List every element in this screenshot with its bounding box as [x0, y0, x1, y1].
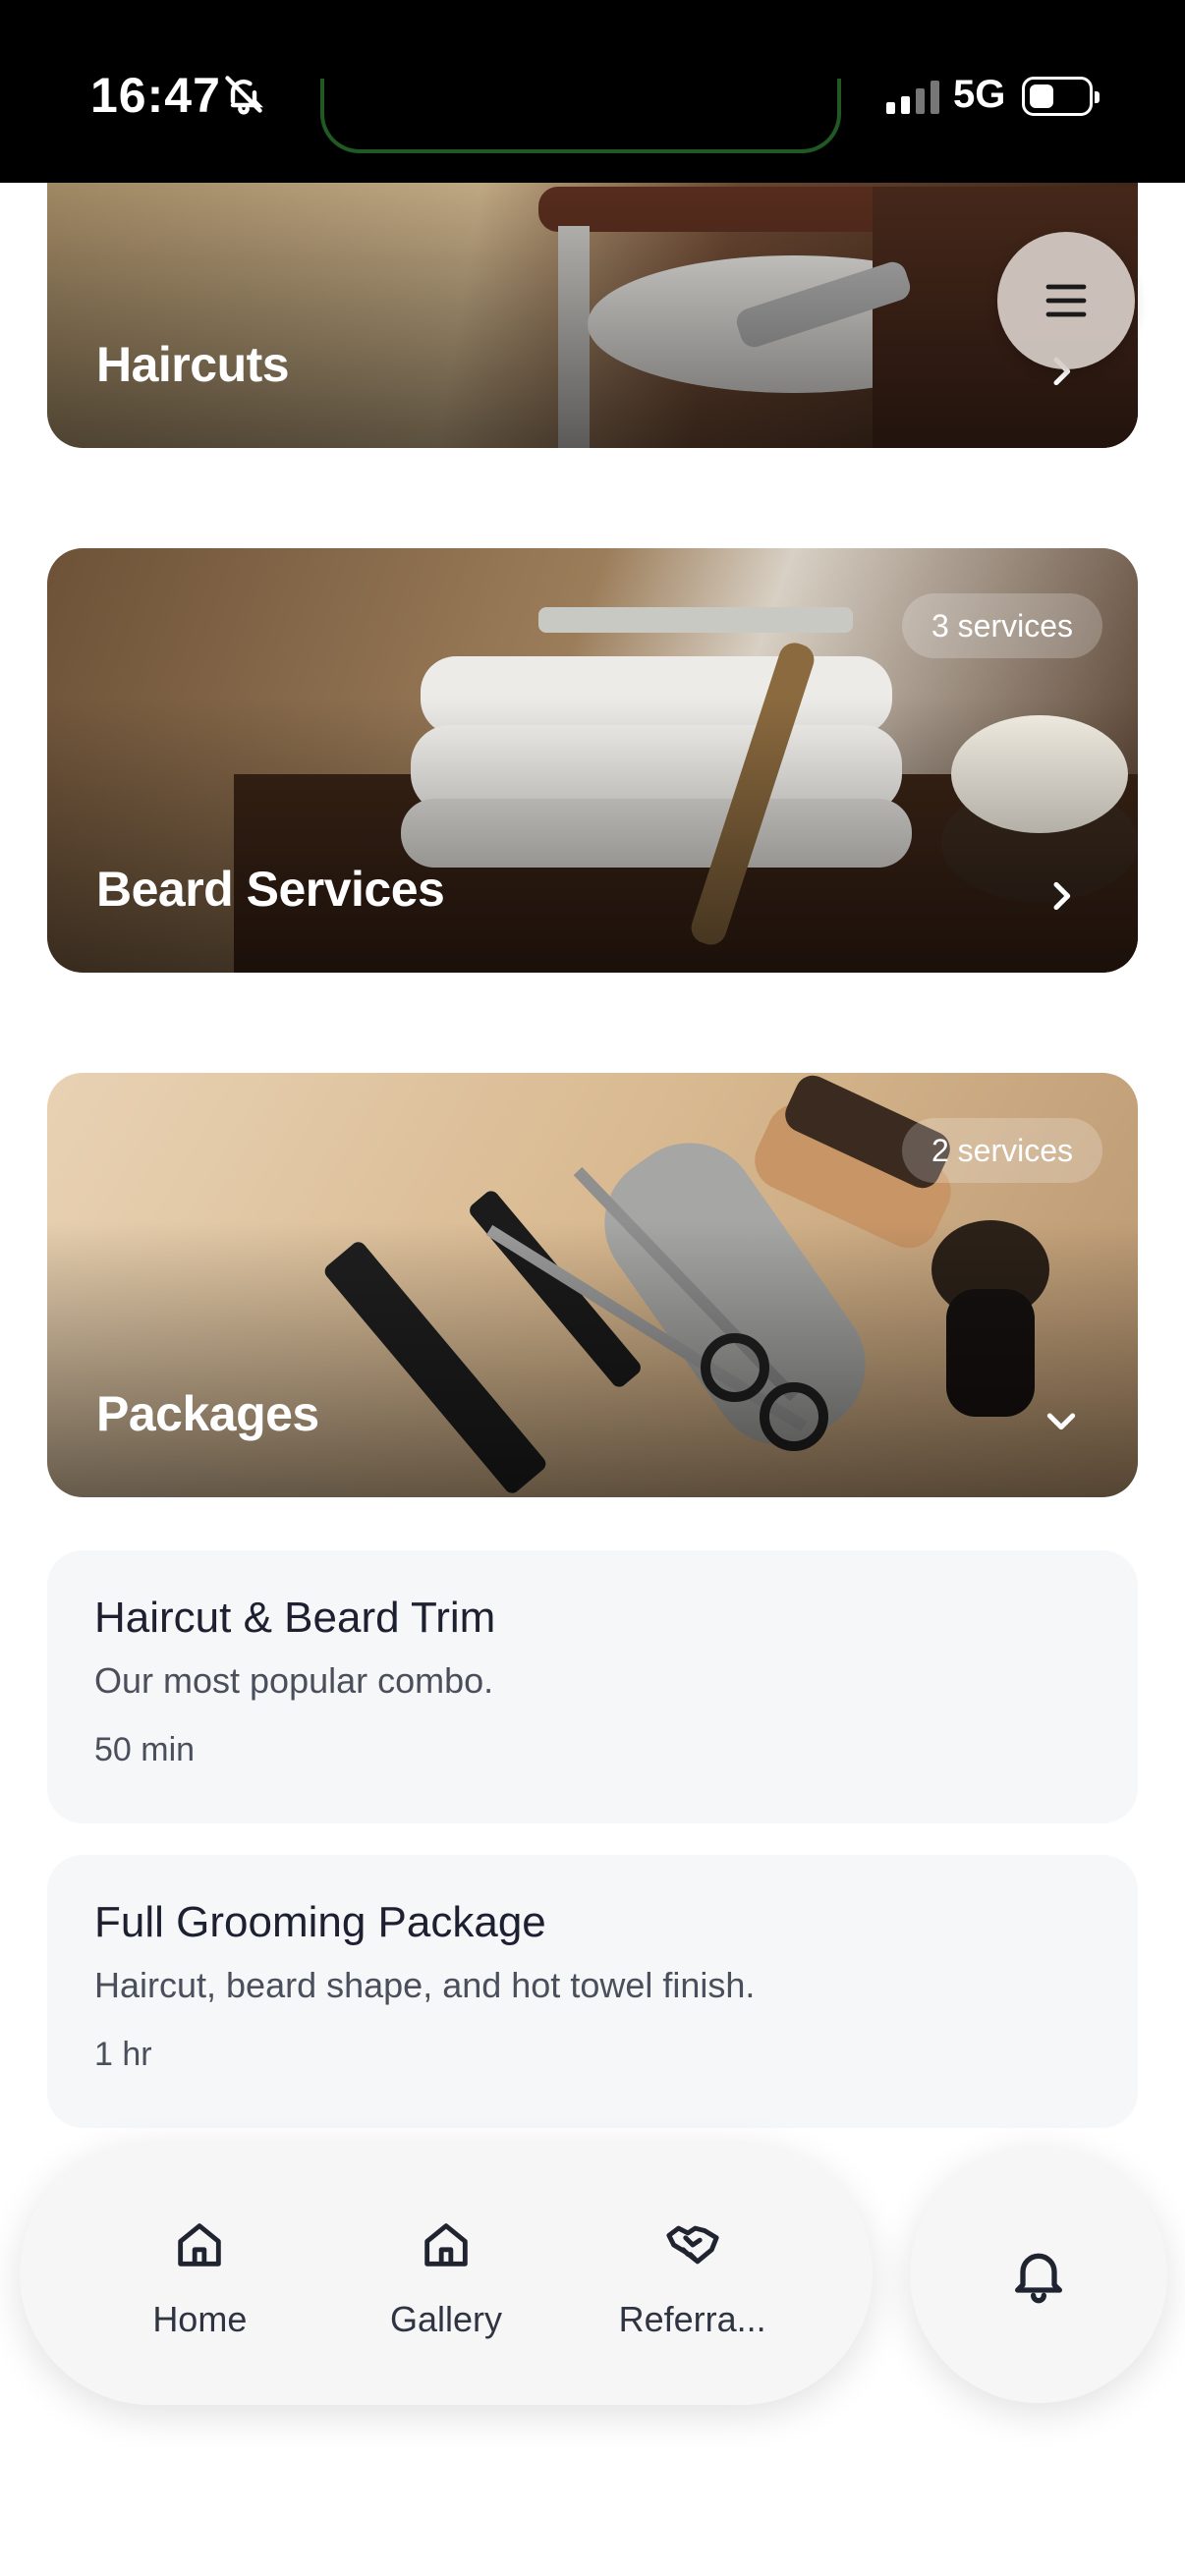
bell-icon — [1015, 2253, 1062, 2304]
chevron-right-icon — [1053, 881, 1071, 911]
category-title: Haircuts — [96, 337, 290, 392]
hamburger-icon — [1045, 284, 1087, 317]
package-duration: 1 hr — [94, 2036, 152, 2073]
notifications-button[interactable] — [910, 2146, 1167, 2403]
battery-icon — [1022, 77, 1100, 116]
package-item[interactable]: Haircut & Beard Trim Our most popular co… — [47, 1550, 1138, 1823]
services-count-badge: 3 services — [901, 593, 1102, 658]
category-card-packages[interactable]: 2 services Packages — [47, 1073, 1138, 1497]
nav-label: Referra... — [618, 2299, 766, 2339]
category-card-beard-services[interactable]: 3 services Beard Services — [47, 548, 1138, 973]
nav-label: Gallery — [389, 2299, 502, 2339]
package-name: Full Grooming Package — [94, 1898, 546, 1946]
handshake-icon — [666, 2225, 719, 2265]
home-icon — [424, 2223, 468, 2267]
package-item[interactable]: Full Grooming Package Haircut, beard sha… — [47, 1855, 1138, 2128]
status-bar: 16:47 5G — [0, 0, 1185, 183]
package-duration: 50 min — [94, 1731, 196, 1768]
package-description: Our most popular combo. — [94, 1660, 494, 1701]
network-type: 5G — [953, 73, 1006, 116]
bottom-navigation: Home Gallery Referra... — [20, 2142, 873, 2405]
category-title: Packages — [96, 1386, 319, 1441]
nav-item-home[interactable]: Home — [91, 2142, 308, 2405]
nav-item-gallery[interactable]: Gallery — [338, 2142, 554, 2405]
status-time: 16:47 — [90, 68, 221, 123]
home-icon — [178, 2223, 222, 2267]
dynamic-island-indicator — [320, 79, 841, 153]
nav-label: Home — [152, 2299, 248, 2339]
chevron-down-icon — [1046, 1413, 1076, 1430]
cellular-signal-icon — [886, 79, 939, 114]
nav-item-referrals[interactable]: Referra... — [585, 2142, 801, 2405]
menu-button[interactable] — [997, 232, 1135, 369]
package-name: Haircut & Beard Trim — [94, 1594, 496, 1642]
package-description: Haircut, beard shape, and hot towel fini… — [94, 1965, 756, 2005]
category-title: Beard Services — [96, 862, 445, 917]
services-count-badge: 2 services — [901, 1118, 1102, 1183]
silent-mode-icon — [225, 76, 263, 115]
